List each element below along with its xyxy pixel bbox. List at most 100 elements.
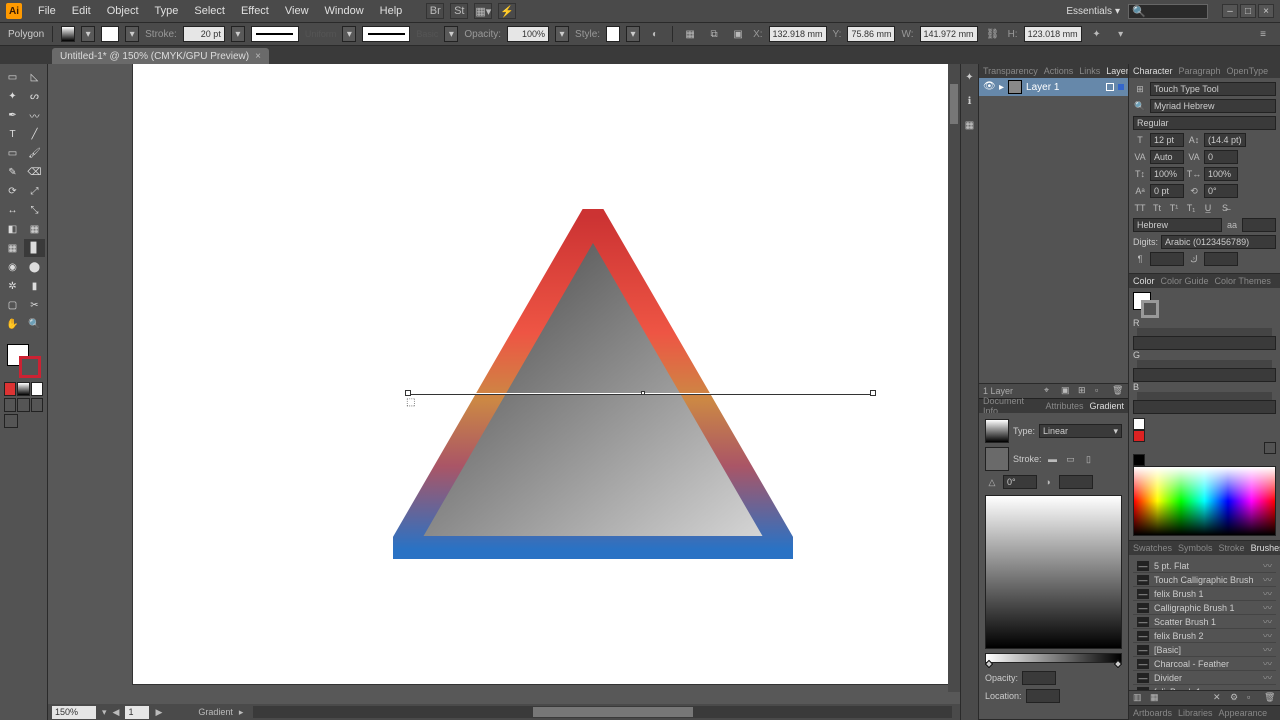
- brush-def[interactable]: [362, 26, 410, 42]
- kashida-icon[interactable]: ك: [1187, 252, 1201, 266]
- stock-icon[interactable]: St: [450, 3, 468, 19]
- artboard[interactable]: ⬚: [133, 64, 960, 684]
- stroke-profile-dd[interactable]: ▾: [342, 26, 356, 42]
- brush-lib2-icon[interactable]: ▦: [1150, 692, 1162, 704]
- gradient-stop-location-input[interactable]: [1026, 689, 1060, 703]
- font-family-input[interactable]: Myriad Hebrew: [1150, 99, 1276, 113]
- brush-def-dd[interactable]: ▾: [444, 26, 458, 42]
- menu-view[interactable]: View: [279, 3, 315, 19]
- tab-colorthemes[interactable]: Color Themes: [1215, 276, 1271, 286]
- superscript-icon[interactable]: T¹: [1167, 201, 1181, 215]
- pen-tool[interactable]: ✒: [2, 106, 23, 124]
- window-maximize-button[interactable]: □: [1240, 4, 1256, 18]
- artboard-next-icon[interactable]: ▶: [155, 707, 162, 718]
- menu-help[interactable]: Help: [374, 3, 409, 19]
- digits-select[interactable]: Arabic (0123456789): [1161, 235, 1276, 249]
- triangle-shape[interactable]: [393, 209, 793, 559]
- symbol-spray-tool[interactable]: ✲: [2, 277, 23, 295]
- horizontal-scrollbar[interactable]: [253, 706, 952, 718]
- color-mode-icon[interactable]: [4, 382, 16, 396]
- white-swatch-icon[interactable]: [1264, 442, 1276, 454]
- window-minimize-button[interactable]: –: [1222, 4, 1238, 18]
- opacity-dd[interactable]: ▾: [555, 26, 569, 42]
- tracking-input[interactable]: 0: [1204, 150, 1238, 164]
- font-search-icon[interactable]: 🔍: [1133, 99, 1147, 113]
- anti-alias-input[interactable]: [1242, 218, 1276, 232]
- vertical-scrollbar[interactable]: [948, 64, 960, 692]
- gradient-end-handle[interactable]: [870, 390, 876, 396]
- graphic-style-swatch[interactable]: [606, 26, 620, 42]
- brush-row[interactable]: —Divider〰: [1133, 671, 1276, 685]
- visibility-icon[interactable]: 👁: [983, 81, 995, 93]
- direct-select-tool[interactable]: ◺: [24, 68, 45, 86]
- tab-links[interactable]: Links: [1079, 66, 1100, 76]
- stroke-swatch[interactable]: [101, 26, 119, 42]
- gradient-angle-input[interactable]: 0°: [1003, 475, 1037, 489]
- gradient-mode-icon[interactable]: [17, 382, 29, 396]
- gradient-slider[interactable]: [985, 653, 1122, 663]
- tab-color[interactable]: Color: [1133, 276, 1155, 286]
- gpu-icon[interactable]: ⚡: [498, 3, 516, 19]
- draw-inside-icon[interactable]: [31, 398, 43, 412]
- brush-row[interactable]: —Touch Calligraphic Brush〰: [1133, 573, 1276, 587]
- remove-stroke-icon[interactable]: ✕: [1213, 692, 1225, 704]
- eraser-tool[interactable]: ⌫: [24, 163, 45, 181]
- artboard-nav-input[interactable]: 1: [125, 706, 149, 719]
- bridge-icon[interactable]: Br: [426, 3, 444, 19]
- strike-icon[interactable]: S̶: [1218, 201, 1232, 215]
- dir-icon[interactable]: ¶: [1133, 252, 1147, 266]
- menu-edit[interactable]: Edit: [66, 3, 97, 19]
- tab-gradient[interactable]: Gradient: [1089, 401, 1124, 411]
- touch-type-btn[interactable]: Touch Type Tool: [1150, 82, 1276, 96]
- brush-lib-icon[interactable]: ▥: [1133, 692, 1145, 704]
- x-input[interactable]: 132.918 mm: [769, 26, 827, 42]
- tab-artboards[interactable]: Artboards: [1133, 708, 1172, 718]
- language-input[interactable]: Hebrew: [1133, 218, 1222, 232]
- magic-wand-tool[interactable]: ✦: [2, 87, 23, 105]
- subscript-icon[interactable]: T₁: [1184, 201, 1198, 215]
- tab-transparency[interactable]: Transparency: [983, 66, 1038, 76]
- menu-effect[interactable]: Effect: [235, 3, 275, 19]
- gradient-fillstroke[interactable]: [985, 447, 1009, 471]
- dock-info-icon[interactable]: ℹ: [963, 94, 977, 108]
- dir-input[interactable]: [1150, 252, 1184, 266]
- make-clip-icon[interactable]: ▣: [1061, 385, 1073, 397]
- hand-tool[interactable]: ✋: [2, 315, 23, 333]
- shape-mode-icon[interactable]: ⧉: [705, 25, 723, 43]
- none-mode-icon[interactable]: [31, 382, 43, 396]
- new-sublayer-icon[interactable]: ⊞: [1078, 385, 1090, 397]
- leading-input[interactable]: (14.4 pt): [1204, 133, 1246, 147]
- locate-icon[interactable]: ⌖: [1044, 385, 1056, 397]
- touch-type-icon[interactable]: ⊞: [1133, 82, 1147, 96]
- w-input[interactable]: 141.972 mm: [920, 26, 978, 42]
- menu-type[interactable]: Type: [149, 3, 185, 19]
- zoom-tool[interactable]: 🔍: [24, 315, 45, 333]
- menu-select[interactable]: Select: [188, 3, 231, 19]
- baseline-input[interactable]: 0 pt: [1150, 184, 1184, 198]
- brush-row[interactable]: —felix Brush 1〰: [1133, 587, 1276, 601]
- gradient-mid-handle[interactable]: [641, 391, 645, 395]
- fill-stroke-control[interactable]: [7, 344, 41, 378]
- curvature-tool[interactable]: 〰: [24, 106, 45, 124]
- stroke-weight-input[interactable]: 20 pt: [183, 26, 225, 42]
- stroke-dd[interactable]: ▾: [125, 26, 139, 42]
- tab-swatches[interactable]: Swatches: [1133, 543, 1172, 553]
- brush-row[interactable]: —felix Brush 2〰: [1133, 629, 1276, 643]
- b-input[interactable]: [1133, 400, 1276, 414]
- canvas[interactable]: ⬚: [48, 64, 960, 704]
- gradient-stop-opacity-input[interactable]: [1022, 671, 1056, 685]
- gradient-type-select[interactable]: Linear▾: [1039, 424, 1122, 438]
- h-input[interactable]: 123.018 mm: [1024, 26, 1082, 42]
- gradient-stop-end[interactable]: [1114, 660, 1122, 668]
- black-swatch-icon[interactable]: [1133, 454, 1145, 466]
- brush-row[interactable]: —Charcoal - Feather〰: [1133, 657, 1276, 671]
- doc-tab[interactable]: Untitled-1* @ 150% (CMYK/GPU Preview) ×: [52, 48, 269, 64]
- font-style-input[interactable]: Regular: [1133, 116, 1276, 130]
- y-input[interactable]: 75.86 mm: [847, 26, 895, 42]
- brush-row[interactable]: —Scatter Brush 1〰: [1133, 615, 1276, 629]
- brush-options-icon[interactable]: ⚙: [1230, 692, 1242, 704]
- line-tool[interactable]: ╱: [24, 125, 45, 143]
- none-swatch-icon[interactable]: [1133, 418, 1145, 430]
- style-dd[interactable]: ▾: [626, 26, 640, 42]
- stroke-align-2-icon[interactable]: ▭: [1064, 452, 1078, 466]
